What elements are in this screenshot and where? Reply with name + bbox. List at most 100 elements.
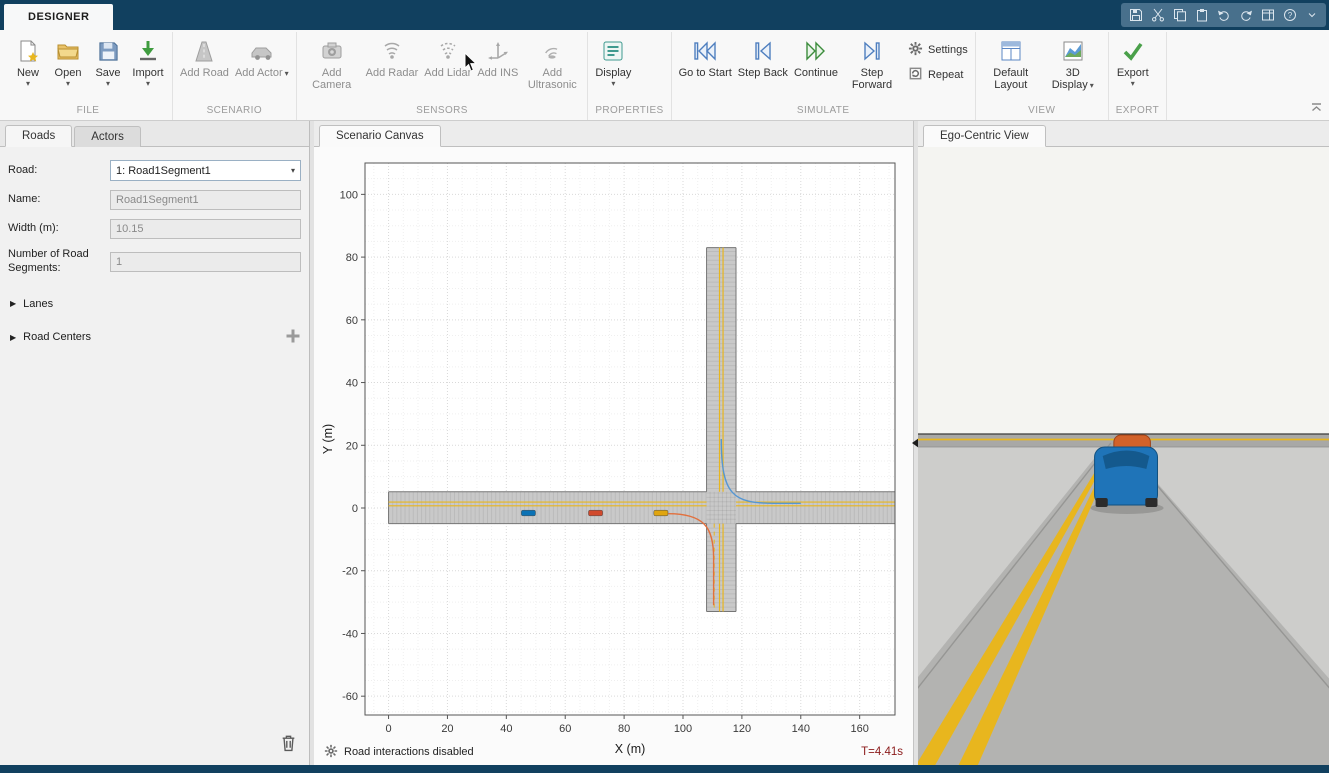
tab-actors[interactable]: Actors xyxy=(74,126,141,147)
svg-text:100: 100 xyxy=(674,723,692,735)
help-icon[interactable]: ? xyxy=(1280,6,1299,25)
chevron-down-icon: ▾ xyxy=(106,80,110,88)
import-icon xyxy=(136,37,160,65)
width-field[interactable] xyxy=(110,219,301,239)
settings-button[interactable]: Settings xyxy=(908,41,968,59)
add-ultrasonic-button[interactable]: Add Ultrasonic xyxy=(522,35,582,92)
ribbon: New ▾ Open ▾ Save ▾ Import ▾ xyxy=(0,30,1329,121)
add-road-button[interactable]: Add Road xyxy=(178,35,231,79)
chevron-down-icon: ▾ xyxy=(285,69,289,78)
add-road-icon xyxy=(192,37,216,65)
ribbon-section-file: New ▾ Open ▾ Save ▾ Import ▾ xyxy=(4,32,173,120)
repeat-toggle[interactable]: Repeat xyxy=(908,66,968,84)
delete-road-button[interactable] xyxy=(280,734,297,757)
new-button[interactable]: New ▾ xyxy=(9,35,47,88)
svg-text:0: 0 xyxy=(352,503,358,515)
road-select[interactable]: 1: Road1Segment1 ▾ xyxy=(110,160,301,181)
continue-button[interactable]: Continue xyxy=(792,35,840,79)
go-to-start-button[interactable]: Go to Start xyxy=(677,35,734,79)
cut-icon[interactable] xyxy=(1148,6,1167,25)
add-camera-button[interactable]: Add Camera xyxy=(302,35,362,92)
name-field[interactable] xyxy=(110,190,301,210)
ribbon-section-export: Export ▾ EXPORT xyxy=(1109,32,1167,120)
chevron-down-icon: ▾ xyxy=(66,80,70,88)
scenario-plot[interactable]: 020406080100120140160-60-40-200204060801… xyxy=(314,147,913,765)
road-centers-section-toggle[interactable]: ▶ Road Centers xyxy=(10,331,91,343)
save-icon xyxy=(97,37,120,65)
svg-text:60: 60 xyxy=(559,723,571,735)
add-actor-button[interactable]: Add Actor▾ xyxy=(233,35,291,79)
section-label-file: FILE xyxy=(9,102,167,120)
undo-icon[interactable] xyxy=(1214,6,1233,25)
name-label: Name: xyxy=(8,193,110,207)
road-interactions-gear-icon[interactable] xyxy=(324,744,338,761)
3d-display-button[interactable]: 3D Display▾ xyxy=(1043,35,1103,92)
ribbon-section-simulate: Go to Start Step Back Continue Step Forw… xyxy=(672,32,976,120)
step-back-button[interactable]: Step Back xyxy=(736,35,790,79)
quick-access-toolbar: ? xyxy=(1121,3,1326,27)
repeat-icon xyxy=(908,66,923,84)
tab-scenario-canvas[interactable]: Scenario Canvas xyxy=(319,125,441,147)
open-button-label: Open xyxy=(55,67,82,79)
add-radar-button-label: Add Radar xyxy=(366,67,419,79)
export-button-label: Export xyxy=(1117,67,1149,79)
save-button[interactable]: Save ▾ xyxy=(89,35,127,88)
redo-icon[interactable] xyxy=(1236,6,1255,25)
save-button-label: Save xyxy=(95,67,120,79)
import-button[interactable]: Import ▾ xyxy=(129,35,167,88)
go-to-start-icon xyxy=(692,37,718,65)
window-layout-icon[interactable] xyxy=(1258,6,1277,25)
chevron-down-icon: ▾ xyxy=(1131,80,1135,88)
road-interactions-status: Road interactions disabled xyxy=(344,746,474,758)
titlebar: DESIGNER ? xyxy=(0,0,1329,30)
step-forward-button[interactable]: Step Forward xyxy=(842,35,902,92)
add-ins-button-label: Add INS xyxy=(477,67,518,79)
display-button-label: Display xyxy=(595,67,631,79)
open-button[interactable]: Open ▾ xyxy=(49,35,87,88)
lanes-section-toggle[interactable]: ▶ Lanes xyxy=(10,298,301,310)
collapse-ribbon-icon[interactable] xyxy=(1310,99,1323,117)
save-icon[interactable] xyxy=(1126,6,1145,25)
add-road-center-button[interactable] xyxy=(285,328,301,347)
paste-icon[interactable] xyxy=(1192,6,1211,25)
svg-text:-60: -60 xyxy=(342,691,358,703)
road-label: Road: xyxy=(8,164,110,178)
designer-ribbon-tab[interactable]: DESIGNER xyxy=(4,4,113,30)
ego-view-svg xyxy=(918,147,1329,765)
display-button[interactable]: Display ▾ xyxy=(593,35,633,88)
tab-ego-centric-view[interactable]: Ego-Centric View xyxy=(923,125,1046,147)
gear-icon xyxy=(908,41,923,59)
svg-text:80: 80 xyxy=(346,252,358,264)
main-area: Roads Actors Road: 1: Road1Segment1 ▾ Na… xyxy=(0,121,1329,765)
add-camera-button-label: Add Camera xyxy=(304,67,360,92)
svg-text:0: 0 xyxy=(385,723,391,735)
tab-roads[interactable]: Roads xyxy=(5,125,72,147)
toolbar-options-chevron-icon[interactable] xyxy=(1302,6,1321,25)
add-actor-icon xyxy=(249,37,275,65)
export-button[interactable]: Export ▾ xyxy=(1114,35,1152,88)
new-icon xyxy=(16,37,40,65)
roads-form: Road: 1: Road1Segment1 ▾ Name: Width (m)… xyxy=(0,147,309,765)
export-check-icon xyxy=(1121,37,1145,65)
step-forward-button-label: Step Forward xyxy=(844,67,900,92)
segments-field[interactable] xyxy=(110,252,301,272)
scenario-plot-svg: 020406080100120140160-60-40-200204060801… xyxy=(319,149,909,761)
svg-text:-40: -40 xyxy=(342,628,358,640)
add-radar-button[interactable]: Add Radar xyxy=(364,35,421,79)
radar-icon xyxy=(380,37,404,65)
ego-centric-view-panel: Ego-Centric View xyxy=(918,121,1329,765)
chevron-down-icon: ▾ xyxy=(146,80,150,88)
add-lidar-button[interactable]: Add Lidar xyxy=(422,35,473,79)
section-label-properties: PROPERTIES xyxy=(593,102,665,120)
default-layout-button-label: Default Layout xyxy=(983,67,1039,92)
display-icon xyxy=(601,37,625,65)
svg-text:100: 100 xyxy=(340,189,358,201)
ego-vehicle-rear[interactable] xyxy=(1095,447,1158,507)
copy-icon[interactable] xyxy=(1170,6,1189,25)
ego-view-3d[interactable] xyxy=(918,147,1329,765)
road-select-value: 1: Road1Segment1 xyxy=(116,165,211,177)
add-ultrasonic-button-label: Add Ultrasonic xyxy=(524,67,580,92)
3d-display-icon xyxy=(1061,37,1085,65)
default-layout-button[interactable]: Default Layout xyxy=(981,35,1041,92)
add-ins-button[interactable]: Add INS xyxy=(475,35,520,79)
